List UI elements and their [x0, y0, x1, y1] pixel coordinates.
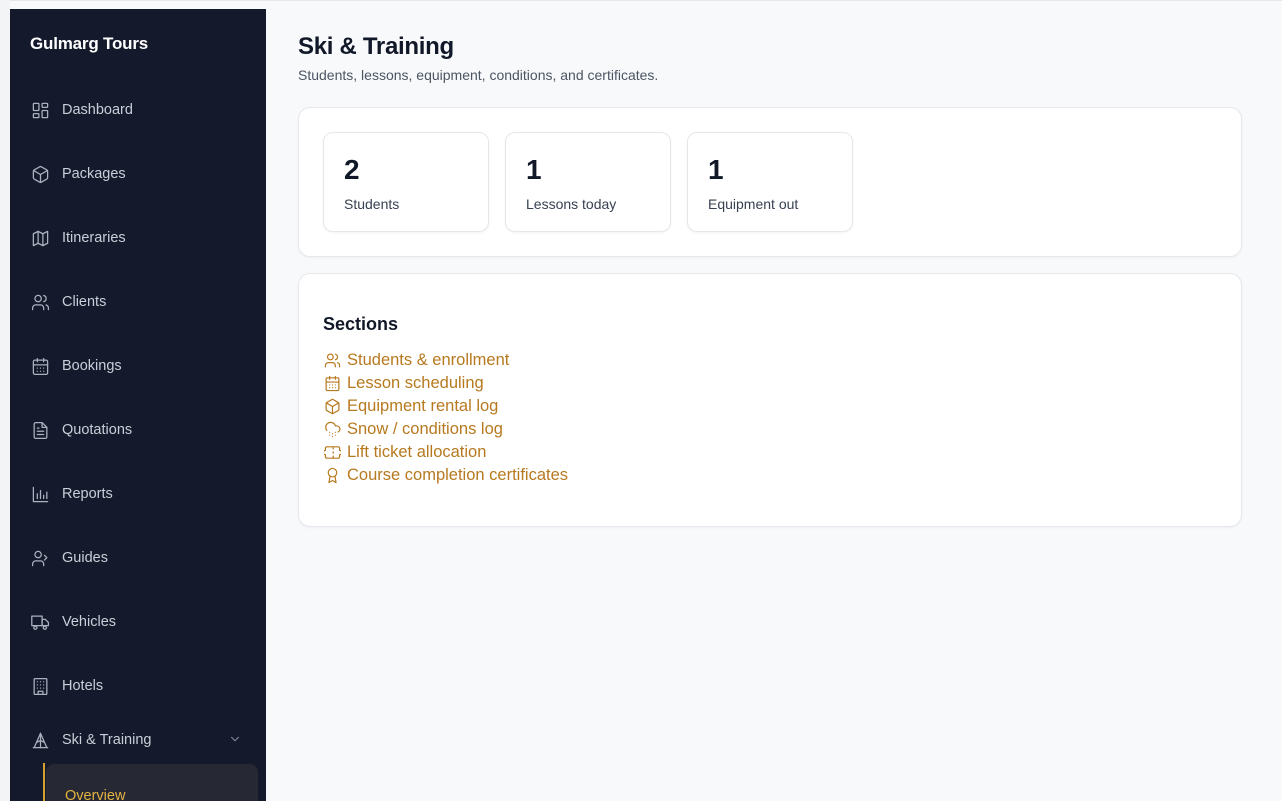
sidebar-item-itineraries[interactable]: Itineraries [20, 218, 256, 258]
page-title: Ski & Training [298, 33, 454, 60]
sidebar-subitem-overview[interactable]: Overview [46, 764, 258, 801]
dashboard-icon [30, 100, 50, 120]
section-link-label: Equipment rental log [347, 397, 499, 415]
brand-name: Gulmarg Tours [30, 34, 148, 53]
section-link-certificates[interactable]: Course completion certificates [323, 464, 568, 487]
sidebar-item-hotels[interactable]: Hotels [20, 666, 256, 706]
stat-label: Equipment out [708, 196, 799, 212]
section-link-label: Students & enrollment [347, 351, 510, 369]
stat-label: Lessons today [526, 196, 617, 212]
calendar-icon [323, 375, 341, 393]
chevron-down-icon[interactable] [228, 732, 242, 746]
users-icon [323, 352, 341, 370]
stats-card: 2 Students 1 Lessons today 1 Equipment o… [298, 107, 1242, 257]
sidebar-item-label: Guides [62, 550, 108, 566]
bar-chart-icon [30, 484, 50, 504]
sections-card: Sections Students & enrollment Lesson sc… [298, 273, 1242, 527]
calendar-icon [30, 356, 50, 376]
stat-lessons-today: 1 Lessons today [505, 132, 671, 232]
section-link-equipment[interactable]: Equipment rental log [323, 395, 568, 418]
section-link-label: Course completion certificates [347, 466, 569, 484]
subnav-indicator [43, 763, 45, 801]
sidebar-item-label: Vehicles [62, 614, 117, 630]
sidebar-item-label: Bookings [62, 358, 122, 374]
section-link-label: Lift ticket allocation [347, 443, 487, 461]
sidebar-item-label: Ski & Training [62, 732, 152, 748]
section-link-label: Snow / conditions log [347, 420, 503, 438]
sidebar-item-label: Clients [62, 294, 107, 310]
sidebar-item-vehicles[interactable]: Vehicles [20, 602, 256, 642]
sidebar-item-bookings[interactable]: Bookings [20, 346, 256, 386]
sidebar-item-reports[interactable]: Reports [20, 474, 256, 514]
section-link-lift-tickets[interactable]: Lift ticket allocation [323, 441, 568, 464]
section-link-label: Lesson scheduling [347, 374, 484, 392]
award-icon [323, 467, 341, 485]
sidebar-item-label: Itineraries [62, 230, 126, 246]
sidebar-item-label: Hotels [62, 678, 104, 694]
sidebar-item-packages[interactable]: Packages [20, 154, 256, 194]
guide-icon [30, 548, 50, 568]
section-link-lessons[interactable]: Lesson scheduling [323, 372, 568, 395]
page-subtitle: Students, lessons, equipment, conditions… [298, 67, 659, 83]
building-icon [30, 676, 50, 696]
sidebar-item-ski-training[interactable]: Ski & Training [20, 720, 256, 760]
section-link-students[interactable]: Students & enrollment [323, 349, 568, 372]
package-icon [323, 398, 341, 416]
stat-value: 1 [708, 154, 724, 185]
sidebar-item-label: Reports [62, 486, 113, 502]
sidebar-item-quotations[interactable]: Quotations [20, 410, 256, 450]
sidebar-item-clients[interactable]: Clients [20, 282, 256, 322]
cloud-snow-icon [323, 421, 341, 439]
sections-title: Sections [323, 314, 399, 334]
ticket-icon [323, 444, 341, 462]
sidebar-subitem-label: Overview [65, 788, 126, 801]
stat-label: Students [344, 196, 400, 212]
stat-value: 1 [526, 154, 542, 185]
stat-equipment-out: 1 Equipment out [687, 132, 853, 232]
users-icon [30, 292, 50, 312]
sidebar: Gulmarg Tours Dashboard Packages Itinera… [10, 9, 266, 801]
package-icon [30, 164, 50, 184]
map-icon [30, 228, 50, 248]
truck-icon [30, 612, 50, 632]
sidebar-item-label: Quotations [62, 422, 133, 438]
sidebar-item-label: Dashboard [62, 102, 133, 118]
sections-list: Students & enrollment Lesson scheduling … [323, 349, 568, 487]
sidebar-item-guides[interactable]: Guides [20, 538, 256, 578]
sidebar-item-label: Packages [62, 166, 126, 182]
section-link-conditions[interactable]: Snow / conditions log [323, 418, 568, 441]
main-content: Ski & Training Students, lessons, equipm… [266, 1, 1282, 801]
document-icon [30, 420, 50, 440]
stat-students: 2 Students [323, 132, 489, 232]
mountain-icon [30, 730, 50, 750]
window-left-border [0, 0, 10, 801]
stat-value: 2 [344, 154, 360, 185]
sidebar-item-dashboard[interactable]: Dashboard [20, 90, 256, 130]
